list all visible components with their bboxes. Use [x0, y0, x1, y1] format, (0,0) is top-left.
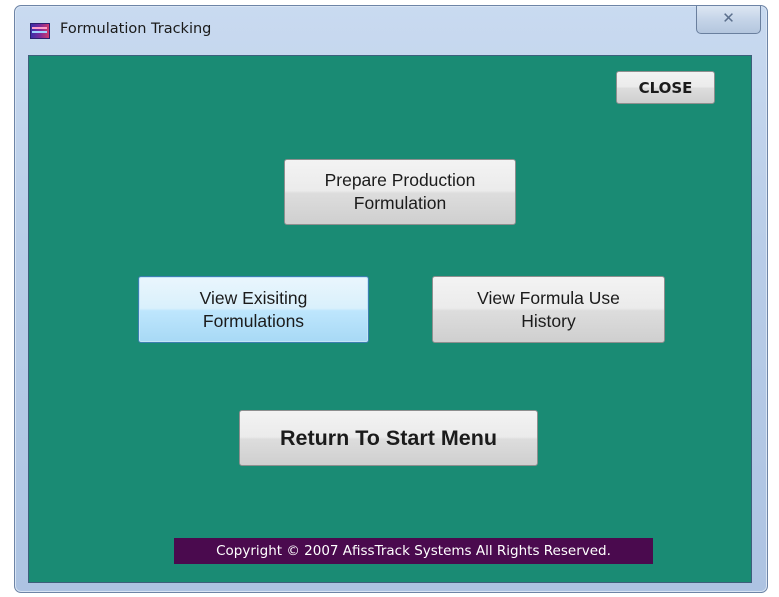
- close-button[interactable]: CLOSE: [616, 71, 715, 104]
- copyright-notice: Copyright © 2007 AfissTrack Systems All …: [174, 538, 653, 564]
- window-title: Formulation Tracking: [60, 21, 212, 37]
- app-logo-icon: [30, 23, 50, 39]
- window-close-button[interactable]: ✕: [696, 6, 761, 34]
- return-to-start-menu-button[interactable]: Return To Start Menu: [239, 410, 538, 466]
- view-existing-formulations-button[interactable]: View Exisiting Formulations: [138, 276, 369, 343]
- main-panel: CLOSE Prepare Production Formulation Vie…: [28, 55, 752, 583]
- view-formula-use-history-button[interactable]: View Formula Use History: [432, 276, 665, 343]
- title-bar[interactable]: Formulation Tracking ✕: [15, 6, 767, 54]
- formulation-tracking-window: Formulation Tracking ✕ CLOSE Prepare Pro…: [14, 5, 768, 593]
- prepare-production-formulation-button[interactable]: Prepare Production Formulation: [284, 159, 516, 225]
